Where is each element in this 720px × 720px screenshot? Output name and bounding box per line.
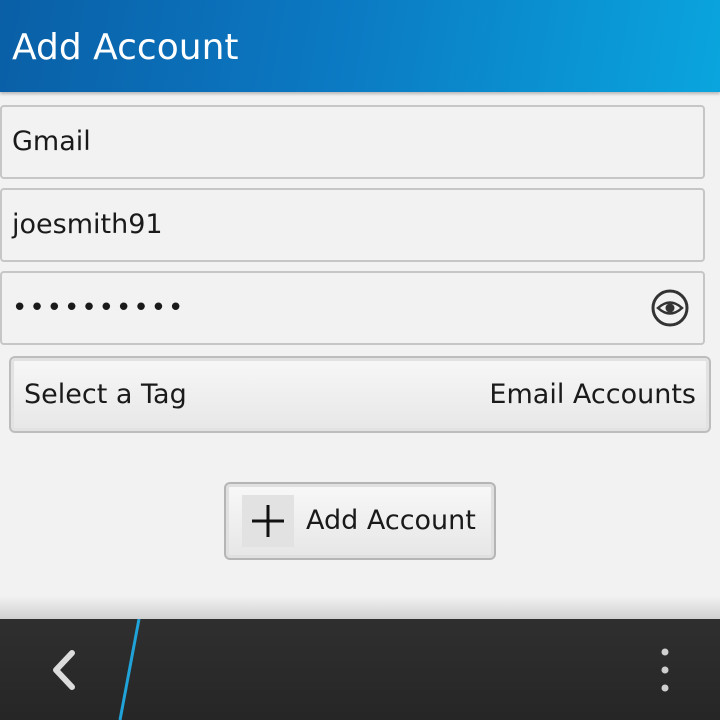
add-account-screen: Add Account Gmail joesmith91 •••••••••• … bbox=[0, 0, 720, 720]
eye-icon[interactable] bbox=[651, 289, 689, 327]
tag-selector-value: Email Accounts bbox=[489, 379, 696, 410]
overflow-menu-icon bbox=[661, 648, 669, 692]
username-field[interactable]: joesmith91 bbox=[0, 188, 705, 262]
password-value: •••••••••• bbox=[12, 293, 186, 323]
plus-icon bbox=[242, 495, 294, 547]
title-bar: Add Account bbox=[0, 0, 720, 92]
content-bottom-shadow bbox=[0, 596, 720, 620]
chevron-left-icon bbox=[48, 649, 80, 691]
tag-selector-label: Select a Tag bbox=[24, 379, 187, 410]
tag-selector[interactable]: Select a Tag Email Accounts bbox=[9, 356, 711, 433]
account-type-field[interactable]: Gmail bbox=[0, 105, 705, 179]
password-field[interactable]: •••••••••• bbox=[0, 271, 705, 345]
action-bar-divider bbox=[118, 619, 141, 720]
username-value: joesmith91 bbox=[12, 209, 163, 240]
add-account-button-label: Add Account bbox=[306, 505, 476, 536]
account-type-value: Gmail bbox=[12, 126, 91, 157]
add-account-button[interactable]: Add Account bbox=[224, 482, 496, 560]
page-title: Add Account bbox=[12, 27, 239, 68]
action-bar bbox=[0, 619, 720, 720]
overflow-menu-button[interactable] bbox=[650, 644, 680, 696]
